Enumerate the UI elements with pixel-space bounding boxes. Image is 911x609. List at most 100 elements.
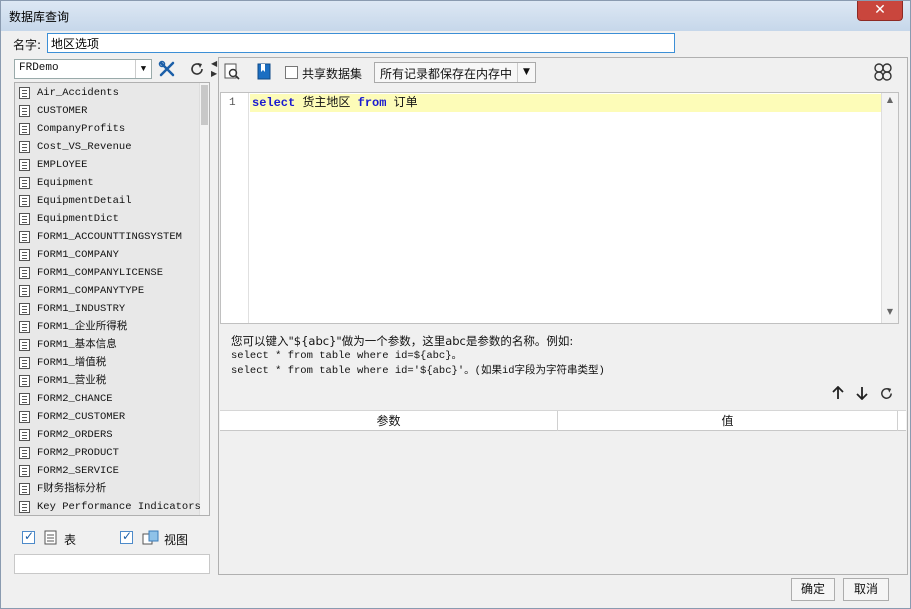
parameter-table-header: 参数 值 bbox=[220, 411, 906, 431]
table-icon bbox=[19, 231, 30, 243]
table-icon bbox=[19, 501, 30, 513]
table-list-item[interactable]: CUSTOMER bbox=[17, 102, 197, 120]
cancel-button[interactable]: 取消 bbox=[843, 578, 889, 601]
table-name: Key Performance Indicators bbox=[37, 501, 201, 513]
sql-line[interactable]: select 货主地区 from 订单 bbox=[250, 94, 881, 112]
arrow-up-icon bbox=[832, 385, 844, 399]
table-list-item[interactable]: FORM2_PRODUCT bbox=[17, 444, 197, 462]
table-filter-input[interactable] bbox=[14, 554, 210, 574]
preview-button[interactable] bbox=[223, 61, 245, 83]
table-name: EquipmentDict bbox=[37, 213, 119, 225]
table-icon bbox=[19, 393, 30, 405]
scrollbar-thumb[interactable] bbox=[201, 85, 208, 125]
table-icon bbox=[19, 159, 30, 171]
table-icon bbox=[19, 483, 30, 495]
scroll-up-icon[interactable]: ▲ bbox=[882, 95, 898, 109]
sql-keyword-from: from bbox=[357, 96, 387, 110]
chevron-down-icon: ▼ bbox=[135, 60, 151, 78]
column-header-parameter[interactable]: 参数 bbox=[220, 411, 558, 431]
name-label: 名字: bbox=[13, 38, 42, 52]
table-list-item[interactable]: Key Performance Indicators bbox=[17, 498, 201, 515]
arrow-down-icon bbox=[856, 387, 868, 401]
save-button[interactable] bbox=[255, 61, 277, 83]
table-icon bbox=[19, 411, 30, 423]
table-list-item[interactable]: Equipment bbox=[17, 174, 197, 192]
table-icon bbox=[19, 123, 30, 135]
table-list-item[interactable]: FORM1_INDUSTRY bbox=[17, 300, 197, 318]
type-filter-row: 表 视图 bbox=[14, 527, 210, 549]
table-list-item[interactable]: FORM1_COMPANYTYPE bbox=[17, 282, 197, 300]
layout-toggle-button[interactable] bbox=[873, 61, 897, 83]
name-row: 名字: bbox=[1, 31, 910, 55]
name-input[interactable] bbox=[47, 33, 675, 53]
column-header-value[interactable]: 值 bbox=[558, 411, 898, 431]
table-list-item[interactable]: FORM2_CUSTOMER bbox=[17, 408, 197, 426]
scroll-down-icon[interactable]: ▼ bbox=[882, 307, 898, 321]
table-name: EquipmentDetail bbox=[37, 195, 132, 207]
move-up-button[interactable] bbox=[829, 385, 847, 404]
table-list-scrollbar[interactable] bbox=[199, 83, 209, 515]
refresh-icon bbox=[191, 63, 203, 75]
table-name: FORM2_ORDERS bbox=[37, 429, 113, 441]
editor-scrollbar[interactable]: ▲ ▼ bbox=[881, 93, 898, 323]
table-icon bbox=[44, 530, 57, 545]
edit-connection-button[interactable] bbox=[156, 59, 178, 79]
table-list-item[interactable]: FORM1_基本信息 bbox=[17, 336, 197, 354]
table-name: FORM1_企业所得税 bbox=[37, 321, 128, 333]
refresh-button[interactable] bbox=[186, 59, 208, 79]
window-title: 数据库查询 bbox=[9, 10, 70, 24]
close-button[interactable]: ✕ bbox=[857, 1, 903, 21]
table-name: Air_Accidents bbox=[37, 87, 119, 99]
memory-mode-select[interactable]: 所有记录都保存在内存中 ▼ bbox=[374, 62, 536, 83]
database-select[interactable]: FRDemo ▼ bbox=[14, 59, 152, 79]
table-icon bbox=[19, 213, 30, 225]
table-name: CUSTOMER bbox=[37, 105, 88, 117]
table-list[interactable]: Air_Accidents CUSTOMER CompanyProfits Cost_… bbox=[14, 82, 210, 516]
table-list-item[interactable]: FORM1_COMPANYLICENSE bbox=[17, 264, 197, 282]
collapse-right-icon[interactable]: ▶ bbox=[211, 69, 217, 78]
tools-icon bbox=[158, 60, 175, 77]
refresh-params-button[interactable] bbox=[877, 386, 895, 404]
table-list-item[interactable]: FORM1_COMPANY bbox=[17, 246, 197, 264]
table-list-item[interactable]: EquipmentDetail bbox=[17, 192, 197, 210]
sql-field: 货主地区 bbox=[295, 96, 358, 110]
share-dataset-label: 共享数据集 bbox=[302, 67, 363, 81]
ok-button[interactable]: 确定 bbox=[791, 578, 835, 601]
share-dataset-checkbox[interactable] bbox=[285, 66, 298, 79]
table-list-item[interactable]: FORM2_SERVICE bbox=[17, 462, 197, 480]
bookmark-icon bbox=[257, 63, 271, 80]
preview-icon bbox=[224, 63, 240, 80]
table-list-item[interactable]: Air_Accidents bbox=[17, 84, 197, 102]
view-checkbox[interactable] bbox=[120, 529, 133, 544]
parameter-hint: 您可以键入"${abc}"做为一个参数，这里abc是参数的名称。例如: sele… bbox=[231, 334, 605, 379]
table-list-item[interactable]: CompanyProfits bbox=[17, 120, 197, 138]
table-list-item[interactable]: FORM1_企业所得税 bbox=[17, 318, 197, 336]
table-icon bbox=[19, 429, 30, 441]
table-list-item[interactable]: F财务指标分析 bbox=[17, 480, 197, 498]
table-list-item[interactable]: FORM1_营业税 bbox=[17, 372, 197, 390]
parameter-table[interactable]: 参数 值 bbox=[220, 410, 906, 574]
table-list-item[interactable]: FORM1_增值税 bbox=[17, 354, 197, 372]
table-list-item[interactable]: FORM2_CHANCE bbox=[17, 390, 197, 408]
move-down-button[interactable] bbox=[853, 386, 871, 404]
collapse-left-icon[interactable]: ◀ bbox=[211, 59, 217, 68]
table-icon bbox=[19, 87, 30, 99]
table-name: Cost_VS_Revenue bbox=[37, 141, 132, 153]
table-name: FORM1_COMPANYLICENSE bbox=[37, 267, 164, 279]
table-list-item[interactable]: Cost_VS_Revenue bbox=[17, 138, 197, 156]
editor-gutter: 1 bbox=[221, 93, 249, 323]
table-icon bbox=[19, 267, 30, 279]
table-list-item[interactable]: FORM1_ACCOUNTTINGSYSTEM bbox=[17, 228, 197, 246]
table-list-item[interactable]: FORM2_ORDERS bbox=[17, 426, 197, 444]
table-icon bbox=[19, 105, 30, 117]
table-checkbox-label: 表 bbox=[64, 533, 77, 547]
table-list-item[interactable]: EquipmentDict bbox=[17, 210, 197, 228]
table-checkbox[interactable] bbox=[22, 529, 35, 544]
sql-editor[interactable]: 1 select 货主地区 from 订单 ▲ ▼ bbox=[220, 92, 899, 324]
title-bar: 数据库查询 ✕ bbox=[1, 1, 910, 31]
table-name: FORM1_ACCOUNTTINGSYSTEM bbox=[37, 231, 182, 243]
table-name: EMPLOYEE bbox=[37, 159, 88, 171]
table-name: FORM1_基本信息 bbox=[37, 339, 117, 351]
table-list-item[interactable]: EMPLOYEE bbox=[17, 156, 197, 174]
table-icon bbox=[19, 303, 30, 315]
